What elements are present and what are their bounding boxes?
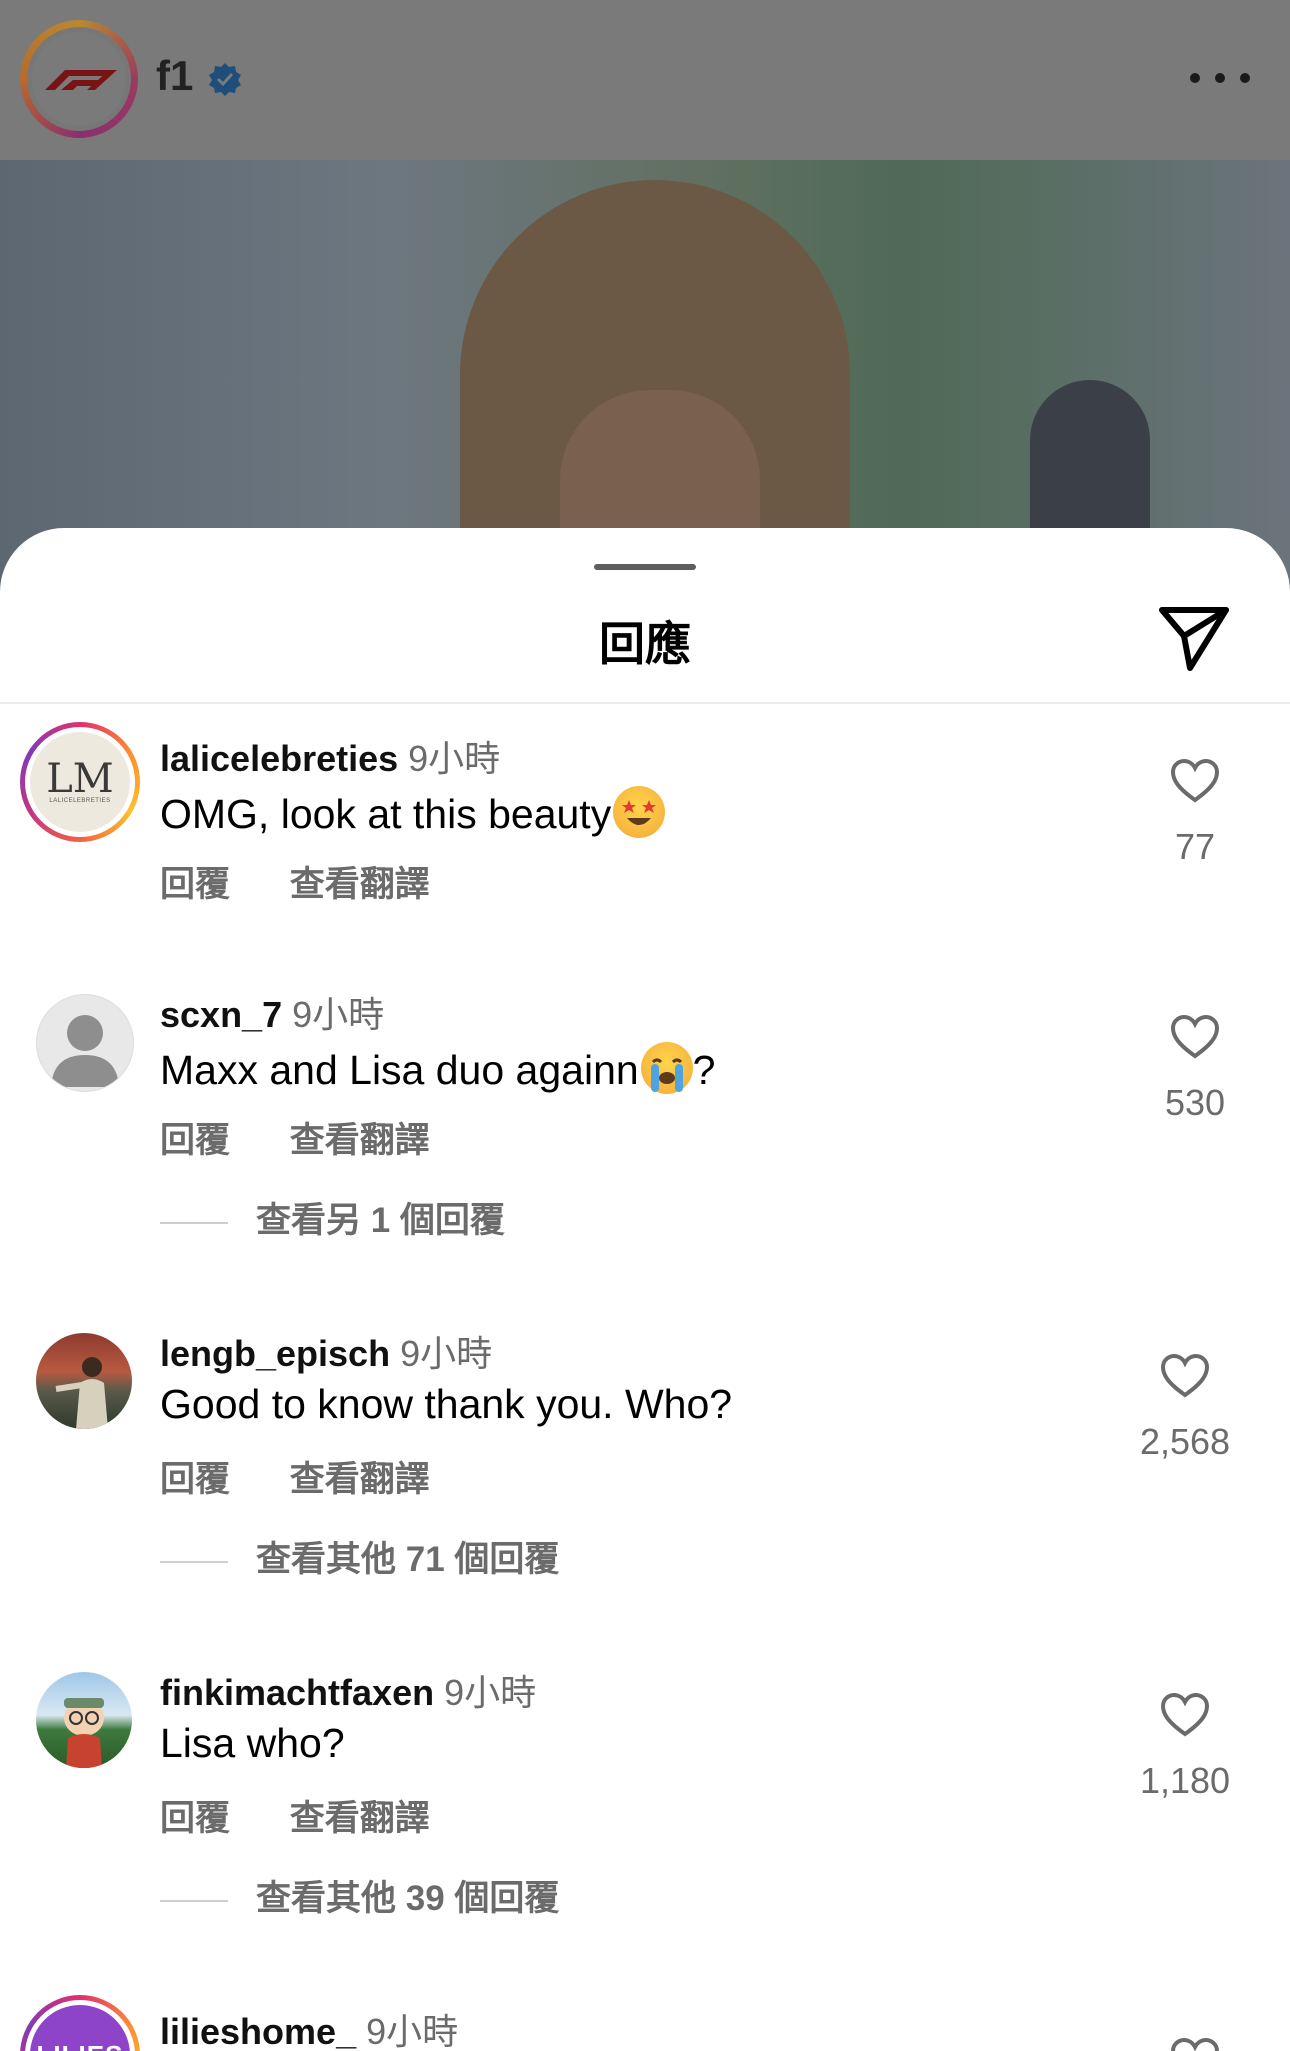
- comment-text: Maxx and Lisa duo againn ?: [160, 1042, 715, 1094]
- heart-icon[interactable]: [1160, 1692, 1210, 1738]
- comments-sheet: 回應 LM LALICELEBRETIES lalicelebreties 9小時…: [0, 528, 1290, 2051]
- share-send-icon[interactable]: [1156, 604, 1232, 674]
- f1-logo-icon: [45, 70, 117, 90]
- avatar[interactable]: [36, 1333, 132, 1429]
- comment-time: 9小時: [292, 994, 385, 1035]
- comment-username[interactable]: lengb_episch 9小時: [160, 1325, 492, 1377]
- avatar: LILIES: [30, 2005, 130, 2051]
- story-ring-avatar[interactable]: LM LALICELEBRETIES: [20, 722, 140, 842]
- avatar[interactable]: [36, 994, 134, 1092]
- heart-icon[interactable]: [1170, 2037, 1220, 2051]
- like-control: 2,568: [1100, 1353, 1270, 1463]
- sheet-divider: [0, 702, 1290, 704]
- like-count: 2,568: [1139, 1421, 1231, 1462]
- view-more-replies[interactable]: 查看其他 39 個回覆: [160, 1870, 559, 1921]
- reply-thread-line: [160, 1899, 228, 1902]
- comment-text: Lisa who?: [160, 1720, 345, 1766]
- like-control: [1120, 2037, 1270, 2051]
- verified-badge-icon: [209, 63, 241, 96]
- person-photo-icon: [55, 1357, 108, 1429]
- story-ring-avatar[interactable]: LILIES: [20, 1995, 140, 2051]
- comment-username[interactable]: finkimachtfaxen 9小時: [160, 1664, 536, 1716]
- post-header: f1: [0, 0, 1290, 160]
- avatar: LM LALICELEBRETIES: [30, 732, 130, 832]
- sheet-drag-handle[interactable]: [594, 564, 696, 570]
- avatar-caption: LALICELEBRETIES: [49, 798, 111, 804]
- like-control: 77: [1120, 758, 1270, 868]
- heart-icon[interactable]: [1160, 1353, 1210, 1399]
- sheet-title: 回應: [599, 618, 691, 670]
- see-translation-button[interactable]: 查看翻譯: [290, 1799, 430, 1838]
- see-translation-button[interactable]: 查看翻譯: [290, 1460, 430, 1499]
- avatar-text: LILIES: [37, 2040, 124, 2051]
- comment-time: 9小時: [400, 1333, 493, 1374]
- reply-button[interactable]: 回覆: [160, 1460, 230, 1499]
- like-control: 1,180: [1100, 1692, 1270, 1802]
- loudly-crying-emoji-icon: [640, 1042, 693, 1094]
- reply-button[interactable]: 回覆: [160, 1799, 230, 1838]
- comment-username[interactable]: lalicelebreties 9小時: [160, 730, 500, 782]
- like-count: 530: [1164, 1082, 1226, 1123]
- like-count: 1,180: [1139, 1760, 1231, 1801]
- avatar[interactable]: [36, 1672, 132, 1768]
- comment-text: Good to know thank you. Who?: [160, 1381, 733, 1427]
- cartoon-character-icon: [64, 1698, 104, 1768]
- comment-time: 9小時: [408, 738, 501, 779]
- post-username[interactable]: f1: [156, 52, 193, 100]
- comment-text: OMG, look at this beauty: [160, 786, 666, 838]
- avatar-monogram: LM: [46, 756, 114, 802]
- comment-actions: 回覆 查看翻譯: [160, 1112, 480, 1163]
- like-count: 77: [1174, 826, 1216, 867]
- reply-thread-line: [160, 1221, 228, 1224]
- post-author-avatar[interactable]: [20, 20, 138, 138]
- like-control: 530: [1120, 1014, 1270, 1124]
- comment-actions: 回覆 查看翻譯: [160, 1451, 480, 1502]
- comment-username[interactable]: scxn_7 9小時: [160, 986, 384, 1038]
- see-translation-button[interactable]: 查看翻譯: [290, 865, 430, 904]
- comment-time: 9小時: [366, 2011, 459, 2051]
- reply-thread-line: [160, 1560, 228, 1563]
- comment-actions: 回覆 查看翻譯: [160, 1790, 480, 1841]
- star-struck-emoji-icon: [613, 786, 666, 838]
- heart-icon[interactable]: [1170, 1014, 1220, 1060]
- default-user-icon: [51, 1015, 119, 1087]
- view-more-replies[interactable]: 查看另 1 個回覆: [160, 1192, 505, 1243]
- comment-actions: 回覆 查看翻譯: [160, 856, 480, 907]
- comment-time: 9小時: [444, 1672, 537, 1713]
- see-translation-button[interactable]: 查看翻譯: [290, 1121, 430, 1160]
- comment-username[interactable]: lilieshome_ 9小時: [160, 2003, 458, 2051]
- reply-button[interactable]: 回覆: [160, 1121, 230, 1160]
- more-options-icon[interactable]: [1190, 66, 1250, 90]
- reply-button[interactable]: 回覆: [160, 865, 230, 904]
- view-more-replies[interactable]: 查看其他 71 個回覆: [160, 1531, 559, 1582]
- heart-icon[interactable]: [1170, 758, 1220, 804]
